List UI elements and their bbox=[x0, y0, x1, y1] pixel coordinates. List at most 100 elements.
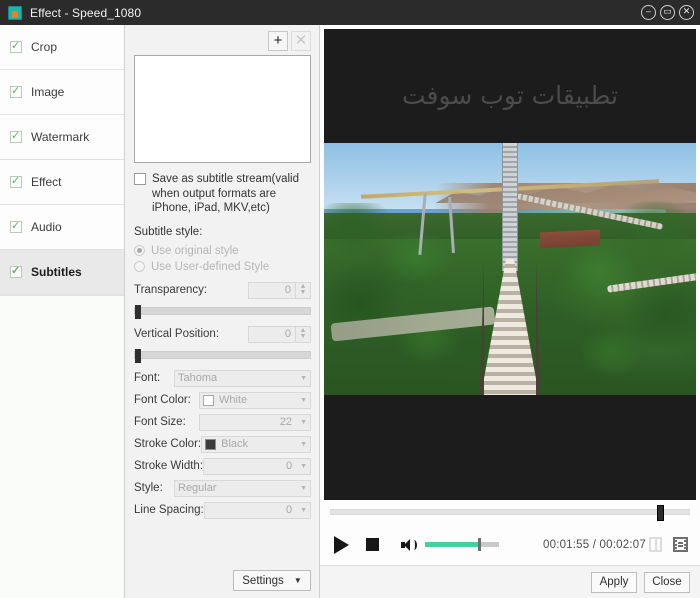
seek-bar-container bbox=[320, 500, 700, 524]
vertical-position-slider-knob[interactable] bbox=[135, 349, 141, 363]
checkbox-subtitles-icon[interactable] bbox=[10, 266, 22, 278]
sidebar-item-label: Crop bbox=[31, 40, 57, 54]
add-subtitle-button[interactable]: + bbox=[268, 31, 288, 51]
dialog-body: Crop Image Watermark Effect Audio Subtit… bbox=[0, 25, 700, 598]
checkbox-watermark-icon[interactable] bbox=[10, 131, 22, 143]
building-roof bbox=[540, 229, 600, 248]
spin-down-icon[interactable]: ▼ bbox=[300, 334, 307, 340]
subtitle-style-heading: Subtitle style: bbox=[134, 226, 311, 238]
style-select[interactable]: Regular ▼ bbox=[174, 480, 311, 497]
stroke-width-select[interactable]: 0 ▼ bbox=[203, 458, 311, 475]
vertical-position-label: Vertical Position: bbox=[134, 328, 219, 340]
chevron-down-icon: ▼ bbox=[300, 485, 307, 492]
chevron-down-icon: ▼ bbox=[300, 375, 307, 382]
volume-icon[interactable] bbox=[401, 538, 417, 552]
subtitle-file-list[interactable] bbox=[134, 55, 311, 163]
vertical-position-row: Vertical Position: 0 ▲ ▼ bbox=[134, 326, 311, 343]
vertical-position-value[interactable]: 0 bbox=[248, 326, 296, 343]
maximize-icon[interactable]: ▭ bbox=[660, 5, 675, 20]
vertical-position-slider[interactable] bbox=[134, 351, 311, 359]
maximize-glyph: ▭ bbox=[663, 6, 672, 16]
line-spacing-label: Line Spacing: bbox=[134, 504, 204, 516]
dialog-footer: Apply Close bbox=[320, 566, 700, 598]
font-color-label: Font Color: bbox=[134, 394, 191, 406]
transparency-slider-knob[interactable] bbox=[135, 305, 141, 319]
stop-button[interactable] bbox=[366, 538, 379, 551]
font-select[interactable]: Tahoma ▼ bbox=[174, 370, 311, 387]
sidebar-item-crop[interactable]: Crop bbox=[0, 25, 124, 70]
radio-original-icon[interactable] bbox=[134, 245, 145, 256]
volume-slider-handle[interactable] bbox=[478, 538, 481, 551]
checkbox-image-icon[interactable] bbox=[10, 86, 22, 98]
radio-user-defined-icon[interactable] bbox=[134, 261, 145, 272]
line-spacing-row: Line Spacing: 0 ▼ bbox=[134, 502, 311, 519]
radio-use-original-style[interactable]: Use original style bbox=[134, 245, 311, 257]
transparency-slider[interactable] bbox=[134, 307, 311, 315]
subtitle-settings-panel: + ✕ Save as subtitle stream(valid when o… bbox=[125, 25, 320, 598]
minimize-glyph: – bbox=[646, 6, 651, 16]
app-logo-icon bbox=[8, 6, 22, 20]
chevron-down-icon: ▼ bbox=[300, 419, 307, 426]
spin-down-icon[interactable]: ▼ bbox=[300, 290, 307, 296]
radio-use-user-defined-style[interactable]: Use User-defined Style bbox=[134, 261, 311, 273]
timecode-display: 00:01:55 / 00:02:07 bbox=[543, 539, 646, 551]
stroke-color-swatch bbox=[205, 439, 216, 450]
window-controls: – ▭ ✕ bbox=[641, 5, 694, 20]
apply-button[interactable]: Apply bbox=[591, 572, 637, 593]
coaster-tower bbox=[502, 143, 518, 271]
sidebar-item-effect[interactable]: Effect bbox=[0, 160, 124, 205]
line-spacing-select[interactable]: 0 ▼ bbox=[204, 502, 311, 519]
checkbox-audio-icon[interactable] bbox=[10, 221, 22, 233]
sidebar-item-label: Image bbox=[31, 85, 64, 99]
save-as-stream-label: Save as subtitle stream(valid when outpu… bbox=[152, 172, 311, 216]
transparency-stepper[interactable]: 0 ▲ ▼ bbox=[248, 282, 311, 299]
sidebar-item-audio[interactable]: Audio bbox=[0, 205, 124, 250]
close-glyph: ✕ bbox=[683, 6, 691, 16]
remove-subtitle-button[interactable]: ✕ bbox=[291, 31, 311, 51]
transparency-spin-arrows[interactable]: ▲ ▼ bbox=[296, 282, 311, 299]
minimize-icon[interactable]: – bbox=[641, 5, 656, 20]
sidebar: Crop Image Watermark Effect Audio Subtit… bbox=[0, 25, 125, 598]
font-size-label: Font Size: bbox=[134, 416, 186, 428]
sidebar-item-subtitles[interactable]: Subtitles bbox=[0, 250, 124, 295]
font-value: Tahoma bbox=[178, 371, 217, 386]
font-color-select[interactable]: White ▼ bbox=[199, 392, 311, 409]
font-size-row: Font Size: 22 ▼ bbox=[134, 414, 311, 431]
film-strip-icon[interactable] bbox=[673, 537, 688, 552]
video-preview[interactable]: تطبيقات توب سوفت bbox=[324, 29, 696, 500]
stroke-width-label: Stroke Width: bbox=[134, 460, 203, 472]
stroke-width-value: 0 bbox=[286, 459, 292, 474]
save-as-stream-row[interactable]: Save as subtitle stream(valid when outpu… bbox=[134, 172, 311, 216]
radio-user-defined-label: Use User-defined Style bbox=[151, 261, 269, 273]
chevron-down-icon: ▼ bbox=[300, 441, 307, 448]
vertical-position-stepper[interactable]: 0 ▲ ▼ bbox=[248, 326, 311, 343]
play-button[interactable] bbox=[334, 536, 349, 554]
font-row: Font: Tahoma ▼ bbox=[134, 370, 311, 387]
font-label: Font: bbox=[134, 372, 160, 384]
transparency-row: Transparency: 0 ▲ ▼ bbox=[134, 282, 311, 299]
seek-bar-handle[interactable] bbox=[657, 505, 664, 521]
stroke-color-select[interactable]: Black ▼ bbox=[201, 436, 311, 453]
vertical-position-spin-arrows[interactable]: ▲ ▼ bbox=[296, 326, 311, 343]
stroke-width-row: Stroke Width: 0 ▼ bbox=[134, 458, 311, 475]
close-icon[interactable]: ✕ bbox=[679, 5, 694, 20]
close-button[interactable]: Close bbox=[644, 572, 690, 593]
transparency-label: Transparency: bbox=[134, 284, 207, 296]
effect-dialog-window: Effect - Speed_1080 – ▭ ✕ Crop Image Wat… bbox=[0, 0, 700, 598]
chevron-down-icon: ▼ bbox=[300, 397, 307, 404]
sidebar-item-watermark[interactable]: Watermark bbox=[0, 115, 124, 160]
volume-wave-icon bbox=[411, 540, 417, 550]
seek-bar[interactable] bbox=[330, 509, 690, 515]
sidebar-item-label: Watermark bbox=[31, 130, 89, 144]
transparency-value[interactable]: 0 bbox=[248, 282, 296, 299]
checkbox-crop-icon[interactable] bbox=[10, 41, 22, 53]
snapshot-icon[interactable] bbox=[649, 537, 662, 552]
save-as-stream-checkbox[interactable] bbox=[134, 173, 146, 185]
stroke-color-value: Black bbox=[221, 437, 248, 452]
sidebar-item-image[interactable]: Image bbox=[0, 70, 124, 115]
settings-button[interactable]: Settings ▼ bbox=[233, 570, 311, 591]
checkbox-effect-icon[interactable] bbox=[10, 176, 22, 188]
font-size-select[interactable]: 22 ▼ bbox=[199, 414, 311, 431]
style-row: Style: Regular ▼ bbox=[134, 480, 311, 497]
volume-slider[interactable] bbox=[425, 542, 499, 547]
